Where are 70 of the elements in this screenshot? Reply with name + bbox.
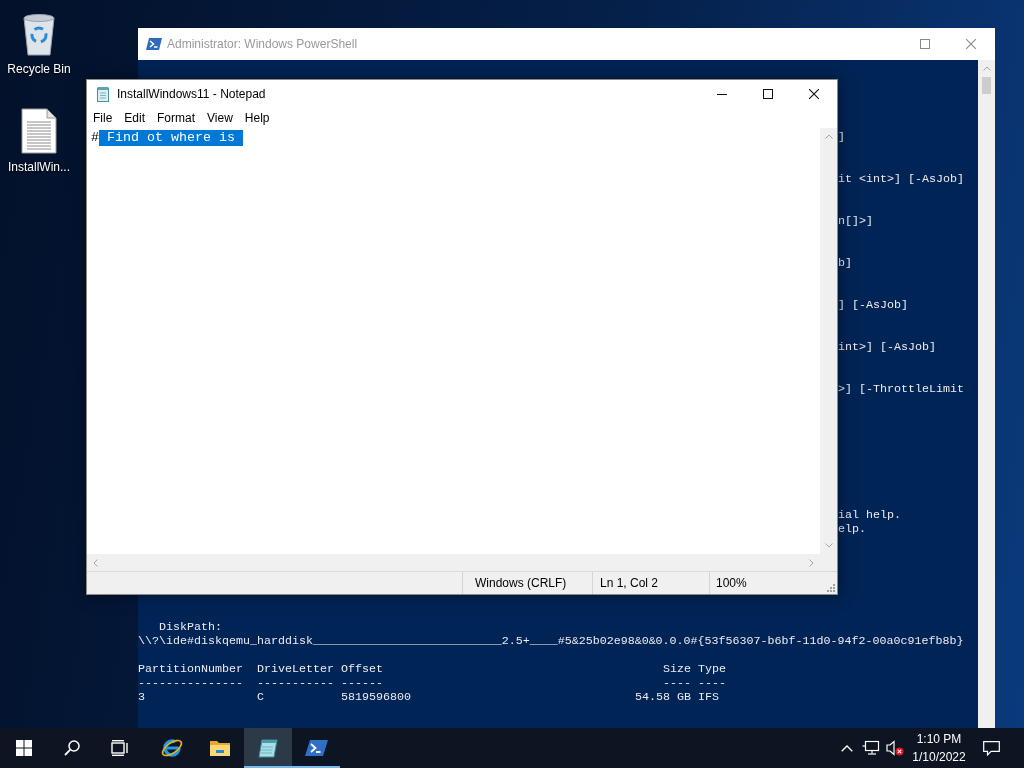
table-cell: C xyxy=(257,690,264,704)
console-text: n[]>] xyxy=(838,214,873,228)
window-title: InstallWindows11 - Notepad xyxy=(117,86,266,103)
size-grip-icon[interactable] xyxy=(827,584,835,592)
table-header-cell: Size xyxy=(663,662,691,676)
table-header-rule: ---- xyxy=(698,676,726,690)
console-text: elp. xyxy=(838,522,866,536)
terminal-prompt-icon xyxy=(146,36,162,52)
console-text: ] xyxy=(838,130,845,144)
table-header-rule: ---- xyxy=(663,676,691,690)
scroll-up-icon xyxy=(982,66,991,71)
console-text: b] xyxy=(838,256,852,270)
table-header-cell: Offset xyxy=(341,662,383,676)
notepad-icon xyxy=(256,736,280,760)
menu-item[interactable]: Format xyxy=(151,108,202,128)
clock-button[interactable]: 1:10 PM 1/10/2022 xyxy=(907,728,971,768)
task-view-icon xyxy=(111,740,129,756)
menu-item[interactable]: View xyxy=(201,108,239,128)
chevron-up-icon xyxy=(841,744,853,752)
editor-text: # xyxy=(91,130,99,146)
scroll-down-icon xyxy=(824,543,833,548)
table-header-cell: PartitionNumber xyxy=(138,662,243,676)
text-editor[interactable]: # Find ot where is xyxy=(87,128,820,554)
table-header-rule: --------------- xyxy=(138,676,243,690)
window-title: Administrator: Windows PowerShell xyxy=(167,36,358,53)
menu-item[interactable]: Edit xyxy=(118,108,152,128)
table-header-rule: ----------- xyxy=(257,676,334,690)
scroll-up-icon xyxy=(824,134,833,139)
taskbar-button[interactable] xyxy=(244,728,292,768)
console-text: >] [-ThrottleLimit xyxy=(838,382,964,396)
notification-icon xyxy=(982,740,1000,756)
scroll-left-icon xyxy=(93,558,98,567)
network-monitor-icon xyxy=(862,740,880,756)
close-icon xyxy=(966,39,976,49)
table-cell: IFS xyxy=(698,690,719,704)
console-text: DiskPath: xyxy=(159,620,222,634)
speaker-muted-icon xyxy=(886,740,904,756)
close-icon xyxy=(809,89,819,99)
text-file-icon[interactable] xyxy=(21,108,57,154)
status-text: Ln 1, Col 2 xyxy=(600,575,659,592)
status-text: Windows (CRLF) xyxy=(475,575,567,592)
console-text: ial help. xyxy=(838,508,901,522)
table-header-cell: Type xyxy=(698,662,726,676)
minimize-icon xyxy=(717,93,727,95)
console-text: int>] [-AsJob] xyxy=(838,340,936,354)
table-cell: 3 xyxy=(138,690,145,704)
desktop-icon-label[interactable]: InstallWin... xyxy=(8,160,70,175)
table-header-rule: ------ xyxy=(341,676,383,690)
horizontal-scrollbar[interactable] xyxy=(87,554,820,571)
e-logo-icon xyxy=(160,736,184,760)
scrollbar-thumb[interactable] xyxy=(982,77,991,94)
selected-text: Find ot where is xyxy=(99,130,243,146)
menu-item[interactable]: Help xyxy=(238,108,276,128)
maximize-icon xyxy=(920,39,930,49)
console-text: ] [-AsJob] xyxy=(838,298,908,312)
windows-logo-icon xyxy=(16,740,32,756)
search-icon xyxy=(64,740,80,756)
maximize-icon xyxy=(763,89,773,99)
console-text: it <int>] [-AsJob] xyxy=(838,172,964,186)
scroll-right-icon xyxy=(809,558,814,567)
vertical-scrollbar[interactable] xyxy=(820,128,837,554)
desktop-icon-label[interactable]: Recycle Bin xyxy=(7,62,71,77)
table-cell: 5819596800 xyxy=(341,690,411,704)
status-text: 100% xyxy=(716,575,747,592)
notepad-icon xyxy=(95,86,111,102)
table-cell: 54.58 GB xyxy=(635,690,691,704)
table-header-cell: DriveLetter xyxy=(257,662,334,676)
menu-item[interactable]: File xyxy=(87,108,119,128)
console-text: \\?\ide#diskqemu_harddisk___________________________2.5+____#5&25b02e98&0&0.0.0#{53f56307-b6bf-11d0-94f2-00a0c91efb8b} xyxy=(138,634,964,648)
vertical-scrollbar[interactable] xyxy=(978,60,995,728)
